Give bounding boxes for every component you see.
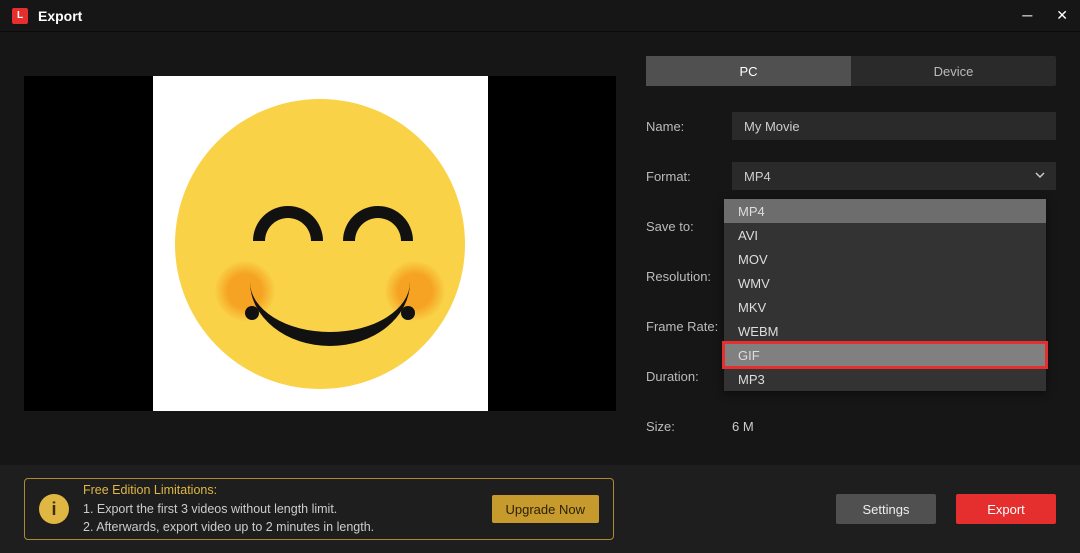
- preview-image: [153, 76, 488, 411]
- format-option-avi[interactable]: AVI: [724, 223, 1046, 247]
- settings-button[interactable]: Settings: [836, 494, 936, 524]
- limitations-line-2: 2. Afterwards, export video up to 2 minu…: [83, 518, 478, 537]
- upgrade-button[interactable]: Upgrade Now: [492, 495, 600, 523]
- name-input[interactable]: [732, 112, 1056, 140]
- footer: i Free Edition Limitations: 1. Export th…: [0, 465, 1080, 553]
- limitations-box: i Free Edition Limitations: 1. Export th…: [24, 478, 614, 540]
- name-label: Name:: [646, 119, 732, 134]
- size-value: 6 M: [732, 419, 1056, 434]
- tab-pc[interactable]: PC: [646, 56, 851, 86]
- tab-device[interactable]: Device: [851, 56, 1056, 86]
- format-dropdown: MP4 AVI MOV WMV MKV WEBM GIF MP3: [724, 199, 1046, 391]
- format-option-gif[interactable]: GIF: [724, 343, 1046, 367]
- chevron-down-icon: [1034, 169, 1046, 184]
- limitations-title: Free Edition Limitations:: [83, 481, 478, 500]
- duration-label: Duration:: [646, 369, 732, 384]
- format-option-wmv[interactable]: WMV: [724, 271, 1046, 295]
- resolution-label: Resolution:: [646, 269, 732, 284]
- save-to-label: Save to:: [646, 219, 732, 234]
- info-icon: i: [39, 494, 69, 524]
- format-select[interactable]: MP4: [732, 162, 1056, 190]
- format-option-mov[interactable]: MOV: [724, 247, 1046, 271]
- format-option-mkv[interactable]: MKV: [724, 295, 1046, 319]
- limitations-line-1: 1. Export the first 3 videos without len…: [83, 500, 478, 519]
- format-value: MP4: [744, 169, 771, 184]
- app-icon: L: [12, 8, 28, 24]
- format-label: Format:: [646, 169, 732, 184]
- close-button[interactable]: ✕: [1056, 7, 1068, 24]
- format-option-webm[interactable]: WEBM: [724, 319, 1046, 343]
- window-title: Export: [38, 8, 1022, 24]
- titlebar: L Export ─ ✕: [0, 0, 1080, 32]
- frame-rate-label: Frame Rate:: [646, 319, 732, 334]
- size-label: Size:: [646, 419, 732, 434]
- platform-tabs: PC Device: [646, 56, 1056, 86]
- format-option-mp4[interactable]: MP4: [724, 199, 1046, 223]
- format-option-mp3[interactable]: MP3: [724, 367, 1046, 391]
- minimize-button[interactable]: ─: [1022, 7, 1032, 24]
- video-preview: [24, 76, 616, 411]
- export-button[interactable]: Export: [956, 494, 1056, 524]
